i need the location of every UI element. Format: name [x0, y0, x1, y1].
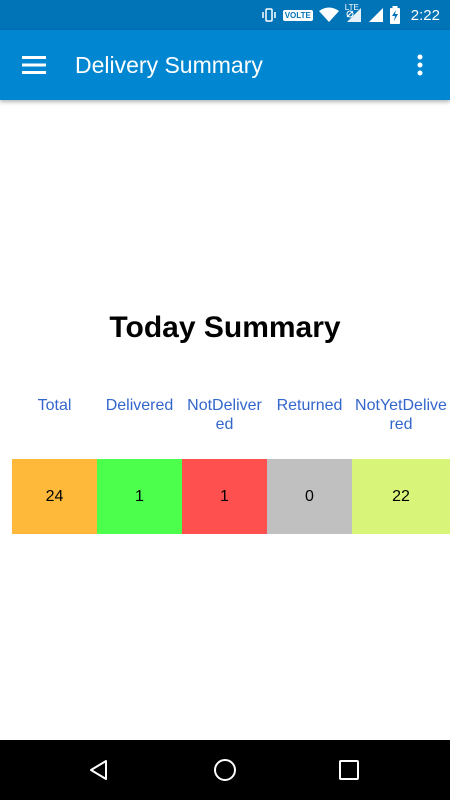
header-returned: Returned [276, 397, 343, 414]
vibrate-icon [261, 7, 277, 23]
cell-not-delivered[interactable]: 1 [182, 459, 267, 534]
recents-square-icon[interactable] [327, 748, 371, 792]
cell-not-yet-delivered[interactable]: 22 [352, 459, 450, 534]
cell-delivered[interactable]: 1 [97, 459, 182, 534]
status-icons: VOLTE LTE 2:22 [261, 0, 440, 30]
app-bar: Delivery Summary [0, 30, 450, 100]
summary-table-header: Total Delivered NotDelivered Returned No… [12, 396, 450, 434]
summary-table-row: 24 1 1 0 22 [12, 459, 450, 534]
lte-signal-icon: LTE [345, 3, 361, 23]
cell-returned[interactable]: 0 [267, 459, 352, 534]
page-title: Delivery Summary [75, 52, 263, 78]
header-not-yet-delivered: NotYetDelivered [355, 397, 447, 433]
summary-heading: Today Summary [109, 311, 341, 344]
navigation-bar [0, 740, 450, 800]
signal-icon [367, 7, 383, 23]
volte-icon: VOLTE [282, 9, 313, 21]
header-not-delivered: NotDelivered [187, 397, 262, 433]
wifi-icon [318, 7, 339, 23]
battery-charging-icon [389, 6, 401, 24]
hamburger-menu-icon[interactable] [12, 43, 56, 87]
clock: 2:22 [410, 6, 440, 24]
back-triangle-icon[interactable] [77, 748, 121, 792]
home-circle-icon[interactable] [203, 748, 247, 792]
cell-total[interactable]: 24 [12, 459, 97, 534]
header-delivered: Delivered [105, 397, 174, 414]
status-bar: VOLTE LTE 2:22 [0, 0, 450, 30]
header-total: Total [37, 397, 72, 414]
more-vert-icon[interactable] [398, 43, 442, 87]
lte-label: LTE [344, 3, 359, 12]
